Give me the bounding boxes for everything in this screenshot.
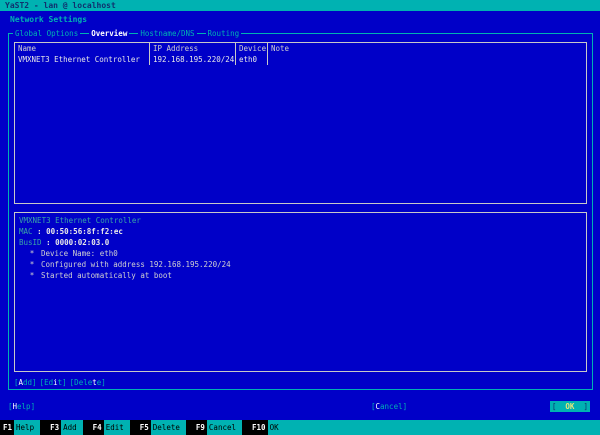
detail-busid-line: BusID : 0000:02:03.0 [19,237,586,248]
bullet-marker: * [29,249,35,258]
cell-ip-address: 192.168.195.220/24 [149,54,235,65]
bullet-marker: * [29,271,35,280]
page-title: Network Settings [10,15,88,24]
bullet-marker: * [29,260,35,269]
cell-device: eth0 [235,54,267,65]
dialog-frame: Global Options Overview Hostname/DNS Rou… [8,28,593,390]
fnkey-f1-help[interactable]: F1 Help [0,420,41,435]
detail-bullet-device-name: * Device Name: eth0 [19,248,586,259]
tab-routing[interactable]: Routing [205,28,242,39]
table-action-buttons: [Add] [Edit] [Delete] [14,377,106,388]
tab-hostname-dns[interactable]: Hostname/DNS [138,28,197,39]
device-details-pane[interactable]: VMXNET3 Ethernet Controller MAC : 00:50:… [14,212,587,372]
interfaces-table[interactable]: Name IP Address Device Note VMXNET3 Ethe… [14,42,587,204]
cell-name: VMXNET3 Ethernet Controller [18,55,140,64]
busid-label: BusID [19,238,42,247]
function-key-bar: F1 Help F3 Add F4 Edit F5 Delete F9 Cancel F1… [0,420,600,435]
dialog-footer: [Help] [Cancel] [ OK ] [0,401,600,413]
column-header-name: Name [18,44,37,53]
detail-bullet-started-at-boot: * Started automatically at boot [19,270,586,281]
fnkey-f3-add[interactable]: F3 Add [40,420,83,435]
column-header-note: Note [267,43,586,54]
yast2-terminal-screen: YaST2 - lan @ localhost Network Settings… [0,0,600,435]
column-header-ip-address: IP Address [149,43,235,54]
detail-bullet-configured-address: * Configured with address 192.168.195.220… [19,259,586,270]
edit-button[interactable]: [Edit] [40,377,67,388]
mac-value: : 00:50:56:8f:f2:ec [37,227,123,236]
detail-mac-line: MAC : 00:50:56:8f:f2:ec [19,226,586,237]
window-title: YaST2 - lan @ localhost [5,1,116,10]
tab-bar: Global Options Overview Hostname/DNS Rou… [13,28,242,39]
table-header-row: Name IP Address Device Note [15,43,586,54]
column-header-device: Device [235,43,267,54]
function-bar-filler [284,420,600,435]
cell-note [267,54,586,65]
fnkey-f4-edit[interactable]: F4 Edit [82,420,130,435]
table-row[interactable]: VMXNET3 Ethernet Controller 192.168.195.… [15,54,586,65]
mac-label: MAC [19,227,33,236]
fnkey-f9-cancel[interactable]: F9 Cancel [185,420,243,435]
tab-global-options[interactable]: Global Options [13,28,81,39]
ok-button[interactable]: [ OK ] [549,401,590,412]
tab-overview[interactable]: Overview [89,28,130,39]
window-titlebar: YaST2 - lan @ localhost [0,0,600,11]
cancel-button[interactable]: [Cancel] [371,401,407,412]
delete-button[interactable]: [Delete] [70,377,106,388]
busid-value: : 0000:02:03.0 [46,238,110,247]
detail-title: VMXNET3 Ethernet Controller [19,216,141,225]
help-button[interactable]: [Help] [8,401,35,412]
add-button[interactable]: [Add] [14,377,37,388]
fnkey-f10-ok[interactable]: F10 OK [242,420,285,435]
fnkey-f5-delete[interactable]: F5 Delete [129,420,186,435]
